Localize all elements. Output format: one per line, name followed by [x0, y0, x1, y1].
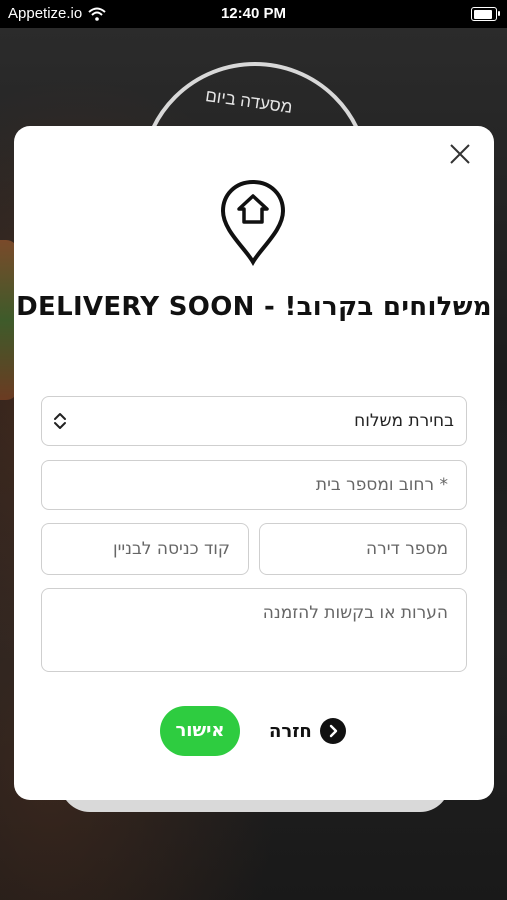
chevron-right-circle-icon [319, 718, 346, 744]
close-icon[interactable] [448, 142, 472, 166]
delivery-type-select[interactable]: בחירת משלוח [41, 396, 467, 446]
battery-icon [471, 7, 500, 21]
building-entry-code-input[interactable]: קוד כניסה לבניין [41, 523, 249, 575]
modal-title: משלוחים בקרוב! - DELIVERY SOON [16, 292, 492, 322]
confirm-button[interactable]: אישור [160, 706, 240, 756]
street-address-input[interactable]: * רחוב ומספר בית [41, 460, 467, 510]
notes-placeholder: הערות או בקשות להזמנה [262, 603, 448, 623]
apartment-placeholder: מספר דירה [366, 539, 448, 559]
delivery-type-value: בחירת משלוח [354, 411, 454, 431]
back-button-label: חזרה [269, 720, 312, 742]
street-placeholder: * רחוב ומספר בית [315, 475, 448, 495]
delivery-modal: משלוחים בקרוב! - DELIVERY SOON בחירת משל… [14, 126, 494, 800]
apartment-number-input[interactable]: מספר דירה [259, 523, 467, 575]
order-notes-textarea[interactable]: הערות או בקשות להזמנה [41, 588, 467, 672]
status-time: 12:40 PM [220, 5, 287, 22]
entry-code-placeholder: קוד כניסה לבניין [112, 539, 230, 559]
back-button[interactable]: חזרה [269, 716, 346, 746]
status-bar: Appetize.io 12:40 PM [0, 0, 507, 28]
location-home-pin-icon [220, 179, 286, 266]
chevron-updown-icon [54, 413, 66, 429]
